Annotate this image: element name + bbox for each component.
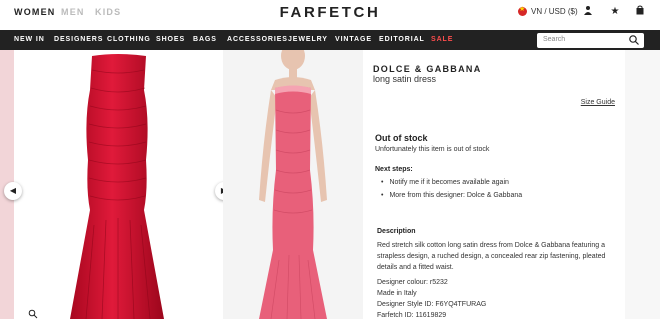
stock-status-message: Unfortunately this item is out of stock [375, 146, 490, 153]
more-from-designer-link[interactable]: More from this designer: Dolce & Gabbana [381, 192, 522, 199]
search-input[interactable]: Search [537, 33, 644, 48]
nav-editorial[interactable]: EDITORIAL [379, 36, 425, 43]
nav-jewelry[interactable]: JEWELRY [288, 36, 328, 43]
bag-icon[interactable] [633, 5, 647, 19]
search-icon[interactable] [628, 34, 640, 46]
account-icon[interactable] [581, 5, 595, 19]
size-guide-link[interactable]: Size Guide [581, 99, 615, 106]
nav-clothing[interactable]: CLOTHING [107, 36, 151, 43]
stock-status-title: Out of stock [375, 133, 428, 143]
vietnam-flag-icon [518, 5, 527, 16]
top-bar: WOMEN MEN KIDS FARFETCH VN / USD ($) ★ [0, 0, 660, 28]
nav-sale[interactable]: SALE [431, 36, 453, 43]
search-placeholder: Search [543, 36, 566, 43]
product-image-model[interactable] [223, 42, 363, 319]
made-in: Made in Italy [377, 290, 417, 297]
product-details: DOLCE & GABBANA long satin dress Size Gu… [363, 50, 625, 319]
description-text: Red stretch silk cotton long satin dress… [377, 242, 606, 271]
main-nav: NEW IN DESIGNERS CLOTHING SHOES BAGS ACC… [0, 30, 660, 50]
nav-vintage[interactable]: VINTAGE [335, 36, 372, 43]
nav-bags[interactable]: BAGS [193, 36, 217, 43]
region-label: VN / USD ($) [531, 7, 578, 16]
nav-accessories[interactable]: ACCESSORIES [227, 36, 288, 43]
product-name: long satin dress [373, 74, 437, 84]
chevron-left-icon[interactable]: ◀ [4, 182, 22, 200]
product-brand[interactable]: DOLCE & GABBANA [373, 64, 482, 74]
description-title: Description [377, 228, 416, 235]
nav-designers[interactable]: DESIGNERS [54, 36, 103, 43]
farfetch-id: Farfetch ID: 11619829 [377, 312, 447, 319]
page-gutter [625, 50, 660, 319]
notify-me-link[interactable]: Notify me if it becomes available again [381, 179, 508, 186]
nav-new-in[interactable]: NEW IN [14, 36, 45, 43]
wishlist-star-icon[interactable]: ★ [608, 5, 622, 19]
designer-colour: Designer colour: r5232 [377, 279, 448, 286]
designer-style-id: Designer Style ID: F6YQ4TFURAG [377, 301, 487, 308]
product-image-main[interactable] [14, 50, 223, 319]
model-in-dress-illustration [259, 42, 327, 319]
next-steps-title: Next steps: [375, 166, 413, 173]
zoom-icon[interactable] [28, 309, 38, 319]
nav-shoes[interactable]: SHOES [156, 36, 185, 43]
region-selector[interactable]: VN / USD ($) [518, 5, 578, 16]
red-dress-illustration [70, 54, 164, 319]
